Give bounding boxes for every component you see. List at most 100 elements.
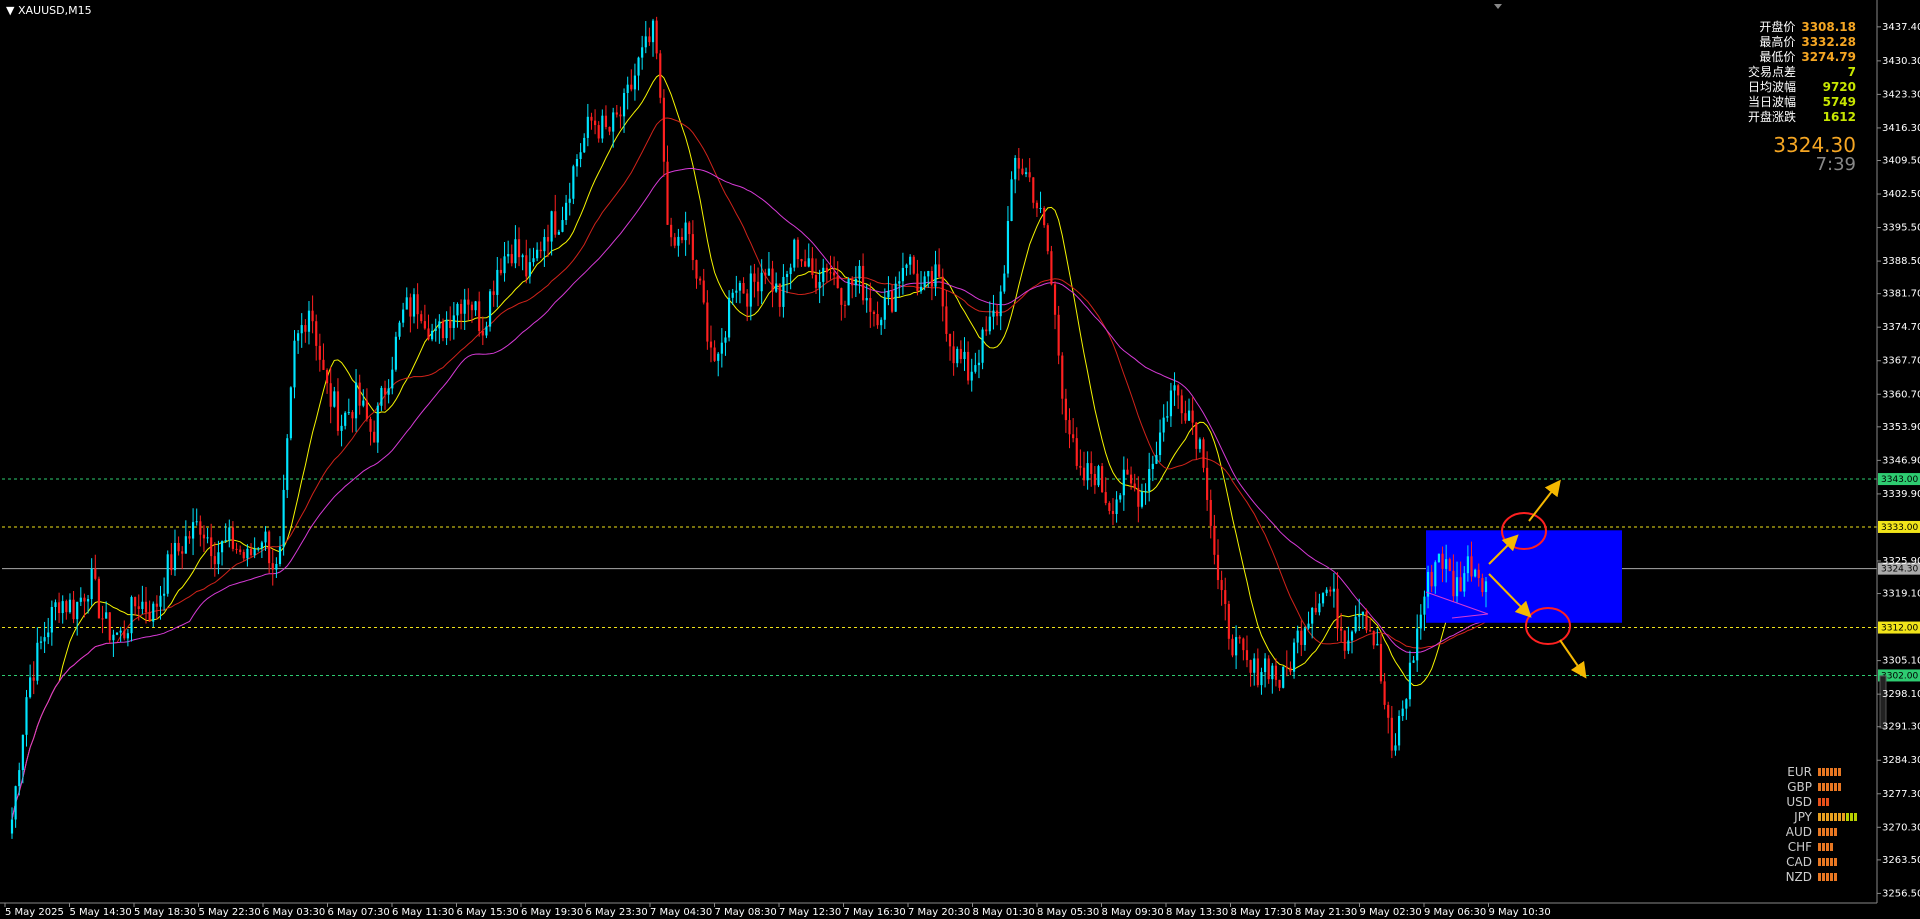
price-chart[interactable]: 3343.003333.003324.303312.003302.00 3437…: [0, 0, 1920, 919]
candle-body: [409, 297, 412, 317]
strength-bars: [1818, 812, 1862, 821]
candle: [1325, 587, 1328, 597]
candle-body: [583, 137, 586, 153]
candle: [1119, 493, 1122, 503]
candle-body: [420, 314, 423, 322]
candle: [1162, 404, 1165, 442]
scrollbar-handle[interactable]: [1879, 675, 1887, 729]
candle-body: [1459, 577, 1462, 592]
candle: [268, 530, 271, 574]
candle-body: [517, 239, 521, 258]
strength-bar: [1842, 812, 1845, 821]
candle-body: [427, 328, 430, 340]
candle: [1191, 397, 1194, 435]
candle: [1397, 710, 1401, 751]
candle: [29, 664, 32, 699]
candle-body: [796, 239, 799, 260]
price-line-label: 3302.00: [1881, 671, 1918, 681]
candle-body: [362, 400, 365, 406]
candle-body: [945, 306, 948, 334]
candle: [822, 258, 825, 297]
candle: [79, 587, 82, 607]
candle-body: [1397, 716, 1401, 746]
strength-bar: [1826, 812, 1829, 821]
candle: [735, 275, 738, 303]
candle: [61, 595, 64, 624]
candle: [1187, 398, 1191, 421]
candle: [503, 242, 506, 282]
candle-body: [1245, 650, 1249, 661]
candle: [1158, 419, 1162, 462]
candle-body: [1010, 179, 1013, 222]
strength-bars: [1818, 872, 1862, 881]
x-tick-label: 5 May 18:30: [134, 907, 196, 918]
candle: [47, 617, 50, 645]
candle: [626, 76, 629, 110]
candle: [912, 254, 915, 275]
strength-bars: [1818, 827, 1862, 836]
candle-body: [137, 606, 140, 609]
candle-body: [724, 337, 727, 343]
candle-body: [1274, 665, 1278, 680]
candle-body: [641, 47, 644, 58]
candle: [391, 356, 394, 395]
candle-body: [575, 159, 579, 167]
candle-body: [691, 234, 694, 261]
candle-body: [536, 249, 539, 259]
strength-bar: [1830, 782, 1833, 791]
candle: [575, 154, 579, 177]
candle: [365, 388, 369, 422]
candle-body: [901, 267, 905, 282]
candle: [181, 546, 184, 570]
moving-average-line: [11, 117, 1487, 820]
candle: [706, 290, 709, 350]
candle: [278, 536, 282, 567]
dropdown-triangle-icon[interactable]: ▼: [6, 4, 14, 17]
info-row: 最高价 3332.28: [1748, 35, 1856, 50]
candle: [220, 540, 224, 566]
candle-body: [550, 211, 553, 242]
candle: [1090, 451, 1093, 487]
candle: [1249, 659, 1252, 687]
candle-body: [1260, 672, 1263, 686]
candle: [601, 109, 604, 143]
candle-body: [412, 294, 416, 317]
candle-body: [97, 578, 101, 619]
candle-body: [807, 258, 810, 267]
candle: [202, 525, 206, 553]
candle-body: [1097, 466, 1100, 486]
candle-body: [952, 346, 955, 364]
candle: [488, 288, 492, 332]
candle: [1387, 701, 1390, 734]
candle: [1137, 476, 1140, 523]
strength-bar: [1822, 857, 1825, 866]
candle: [54, 599, 57, 621]
candle-body: [753, 273, 756, 282]
candle-body: [709, 341, 713, 348]
candle-body: [1256, 658, 1259, 686]
candle-body: [514, 239, 517, 264]
candle-body: [1046, 225, 1049, 252]
candle-body: [358, 382, 361, 406]
candle: [561, 206, 564, 233]
candle: [702, 268, 705, 305]
strength-bar: [1830, 767, 1833, 776]
candle-body: [626, 84, 629, 94]
candle-body: [246, 548, 249, 559]
candle: [1173, 372, 1176, 406]
candle-body: [431, 330, 434, 340]
strength-bar: [1826, 782, 1829, 791]
symbol-label: XAUUSD,M15: [17, 4, 92, 17]
candle-body: [282, 489, 285, 547]
candle: [485, 321, 488, 339]
candle-body: [1242, 638, 1245, 651]
candle-body: [217, 552, 220, 565]
x-tick-label: 6 May 11:30: [392, 907, 454, 918]
candle: [1423, 590, 1426, 631]
candle-body: [927, 270, 930, 277]
candle: [974, 352, 977, 374]
candle-body: [825, 267, 828, 273]
candle: [387, 379, 390, 404]
candle: [677, 228, 680, 257]
strength-bar: [1818, 797, 1821, 806]
